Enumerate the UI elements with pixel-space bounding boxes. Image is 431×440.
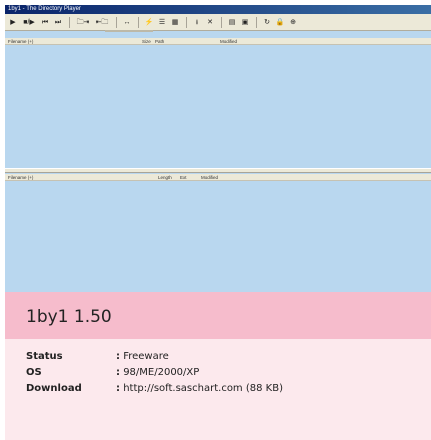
refresh-icon[interactable]: ↻ [261,16,273,28]
explorer-icon[interactable]: ▦ [169,16,181,28]
os-value: 98/ME/2000/XP [123,367,200,378]
os-label: OS [26,367,42,378]
toolbar-separator [186,16,187,28]
column-size[interactable]: Size [142,38,151,45]
toolbar-separator [221,16,222,28]
download-value[interactable]: http://soft.saschart.com (88 KB) [123,383,283,394]
bottom-file-list[interactable] [5,182,431,292]
repeat-icon[interactable]: ↔ [121,16,133,28]
prev-track-icon[interactable]: ⏮ [39,16,51,28]
toolbar-separator [69,16,70,28]
folder-up-icon[interactable]: ⇤🗀 [93,16,111,28]
column-ext[interactable]: Ext [180,174,187,181]
toolbar-separator [138,16,139,28]
download-label: Download [26,383,82,394]
play-pause-icon[interactable]: ■/▶ [20,16,38,28]
lock-icon[interactable]: 🔒 [274,16,286,28]
column-filename[interactable]: Filename (+) [8,174,33,181]
column-filename[interactable]: Filename (+) [8,38,33,45]
bottom-list-header: Filename (+) Length Ext Modified [5,174,431,181]
options-icon[interactable]: ⊕ [287,16,299,28]
toolbar: ▶ ■/▶ ⏮ ⏭ 🗀⇥ ⇤🗀 ↔ ⚡ ☰ ▦ ⭳ ✕ ▤ ▣ ↻ 🔒 ⊕ [5,14,431,31]
download-row: Download: http://soft.saschart.com (88 K… [26,383,283,394]
window-title: 1by1 - The Directory Player [5,5,431,14]
top-list-header: Filename (+) Size Path Modified [5,38,431,45]
next-track-icon[interactable]: ⏭ [52,16,64,28]
column-modified[interactable]: Modified [220,38,237,45]
list-icon[interactable]: ▤ [226,16,238,28]
view-icon[interactable]: ▣ [239,16,251,28]
play-icon[interactable]: ▶ [7,16,19,28]
os-row: OS: 98/ME/2000/XP [26,367,200,378]
download-icon[interactable]: ⭳ [191,16,203,28]
status-value: Freeware [123,351,169,362]
toolbar-separator [116,16,117,28]
column-path[interactable]: Path [155,38,164,45]
column-modified[interactable]: Modified [201,174,218,181]
toolbar-separator [256,16,257,28]
delete-icon[interactable]: ✕ [204,16,216,28]
app-screenshot: 1by1 - The Directory Player ▶ ■/▶ ⏮ ⏭ 🗀⇥… [5,5,431,292]
status-label: Status [26,351,63,362]
playlist-icon[interactable]: ☰ [156,16,168,28]
shuffle-icon[interactable]: ⚡ [143,16,155,28]
top-file-list[interactable] [5,46,431,168]
toolbar-slider[interactable] [105,30,153,32]
status-row: Status: Freeware [26,351,169,362]
open-folder-icon[interactable]: 🗀⇥ [74,16,92,28]
app-title: 1by1 1.50 [26,307,112,327]
splitter[interactable] [5,168,431,173]
column-length[interactable]: Length [158,174,172,181]
